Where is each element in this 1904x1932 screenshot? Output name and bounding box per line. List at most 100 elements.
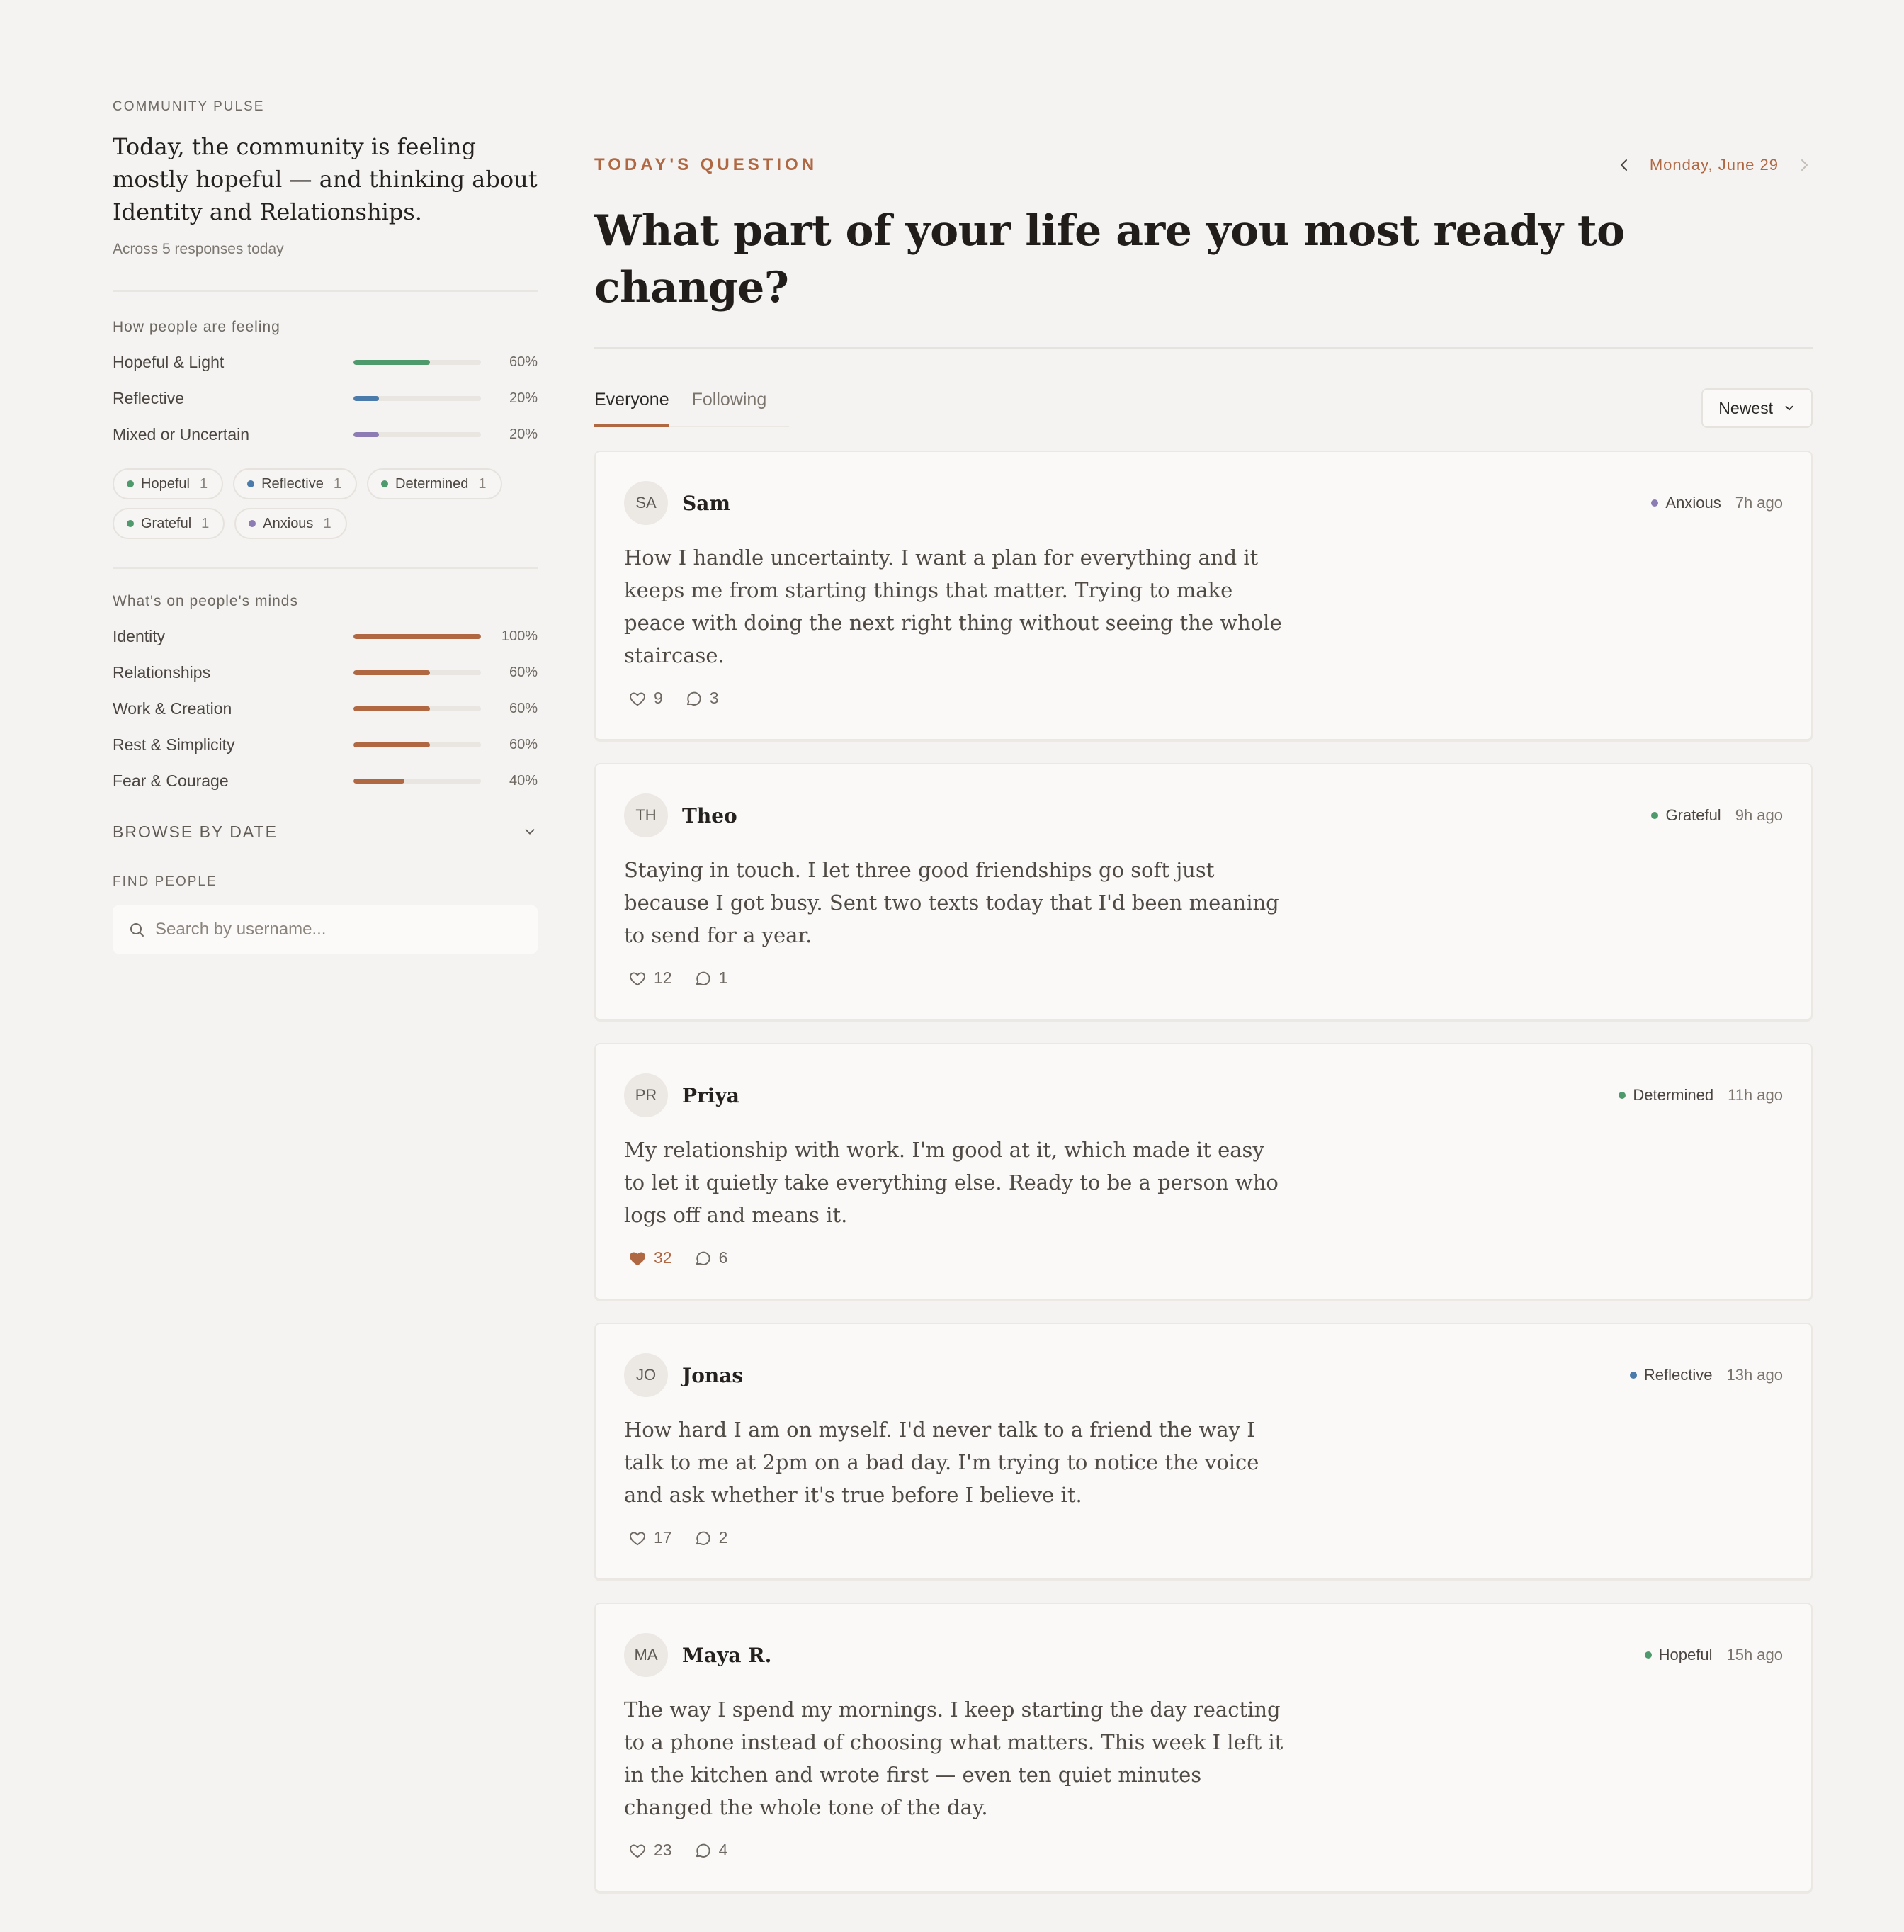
- topic-bar-fill: [353, 634, 481, 639]
- feeling-bar: [353, 432, 481, 437]
- post-card: PR Priya Determined 11h ago My relations…: [594, 1043, 1813, 1300]
- topic-bar: [353, 634, 481, 639]
- avatar[interactable]: TH: [624, 793, 668, 837]
- comment-count: 1: [718, 968, 728, 987]
- comment-button[interactable]: 4: [693, 1841, 727, 1860]
- post-header: MA Maya R. Hopeful 15h ago: [624, 1632, 1783, 1678]
- heart-icon: [628, 1249, 647, 1267]
- mood-chip-determined[interactable]: Determined 1: [367, 468, 502, 499]
- post-author[interactable]: JO Jonas: [624, 1353, 743, 1397]
- post-author[interactable]: MA Maya R.: [624, 1633, 771, 1677]
- topic-row: Relationships 60%: [113, 655, 538, 691]
- feeling-row: Reflective 20%: [113, 380, 538, 417]
- author-name[interactable]: Maya R.: [682, 1644, 771, 1667]
- like-button[interactable]: 9: [628, 689, 663, 708]
- mood-badge: Reflective: [1629, 1366, 1712, 1384]
- browse-by-date-label: BROWSE BY DATE: [113, 822, 278, 841]
- community-pulse-summary: Today, the community is feeling mostly h…: [113, 133, 538, 225]
- chip-count: 1: [333, 475, 341, 492]
- topic-percent: 100%: [501, 628, 538, 644]
- post-actions: 23 4: [624, 1841, 1783, 1860]
- comment-button[interactable]: 1: [693, 968, 728, 988]
- chevron-left-icon[interactable]: [1616, 157, 1633, 174]
- chip-label: Anxious: [263, 515, 314, 531]
- date-navigator: Monday, June 29: [1616, 156, 1813, 174]
- chip-label: Hopeful: [141, 475, 190, 492]
- topic-row: Rest & Simplicity 60%: [113, 727, 538, 763]
- post-meta: Reflective 13h ago: [1629, 1366, 1783, 1384]
- comment-button[interactable]: 2: [693, 1528, 728, 1547]
- author-name[interactable]: Theo: [682, 804, 737, 827]
- topic-row: Identity 100%: [113, 618, 538, 655]
- avatar[interactable]: PR: [624, 1073, 668, 1117]
- mood-label: Anxious: [1665, 494, 1721, 512]
- feelings-list: Hopeful & Light 60% Reflective 20% Mixed…: [113, 344, 538, 453]
- comment-icon: [693, 1841, 712, 1860]
- topic-percent: 60%: [509, 665, 538, 680]
- topic-bar-fill: [353, 706, 430, 711]
- comment-button[interactable]: 3: [684, 689, 719, 708]
- post-author[interactable]: PR Priya: [624, 1073, 740, 1117]
- feed-tabs: Everyone Following: [594, 390, 790, 427]
- avatar[interactable]: MA: [624, 1633, 668, 1677]
- like-count: 23: [654, 1841, 672, 1859]
- chevron-right-icon[interactable]: [1796, 157, 1813, 174]
- mood-chip-anxious[interactable]: Anxious 1: [234, 508, 347, 539]
- post-author[interactable]: SA Sam: [624, 481, 730, 525]
- chip-label: Reflective: [261, 475, 324, 492]
- avatar[interactable]: SA: [624, 481, 668, 525]
- like-count: 9: [654, 689, 663, 707]
- post-card: MA Maya R. Hopeful 15h ago The way I spe…: [594, 1603, 1813, 1892]
- mood-chip-grateful[interactable]: Grateful 1: [113, 508, 225, 539]
- tab-following[interactable]: Following: [692, 390, 767, 426]
- todays-question-eyebrow: TODAY'S QUESTION: [594, 155, 818, 174]
- mood-badge: Determined: [1619, 1086, 1713, 1105]
- avatar[interactable]: JO: [624, 1353, 668, 1397]
- mood-dot: [249, 520, 256, 527]
- sort-dropdown[interactable]: Newest: [1701, 388, 1813, 428]
- post-header: PR Priya Determined 11h ago: [624, 1073, 1783, 1118]
- mood-dot: [1651, 499, 1659, 507]
- comment-button[interactable]: 6: [693, 1248, 727, 1267]
- like-button[interactable]: 17: [628, 1528, 672, 1547]
- like-button[interactable]: 32: [628, 1248, 672, 1267]
- topic-percent: 60%: [509, 701, 538, 716]
- mood-dot: [127, 480, 134, 487]
- topic-row: Fear & Courage 40%: [113, 763, 538, 799]
- feeling-label: Reflective: [113, 389, 184, 407]
- feeling-row: Mixed or Uncertain 20%: [113, 417, 538, 453]
- topic-bar: [353, 779, 481, 784]
- tab-everyone[interactable]: Everyone: [594, 390, 669, 427]
- search-icon: [128, 921, 145, 938]
- post-actions: 32 6: [624, 1248, 1783, 1267]
- author-name[interactable]: Jonas: [682, 1364, 743, 1387]
- post-body: How I handle uncertainty. I want a plan …: [624, 546, 1282, 667]
- topic-percent: 40%: [509, 773, 538, 789]
- comment-count: 2: [718, 1528, 728, 1547]
- mood-chip-reflective[interactable]: Reflective 1: [233, 468, 357, 499]
- feeling-percent: 20%: [509, 390, 538, 406]
- search-input[interactable]: [155, 920, 509, 939]
- mood-chips: Hopeful 1 Reflective 1 Determined 1 Gratefu…: [113, 468, 538, 539]
- like-button[interactable]: 23: [628, 1841, 672, 1860]
- post-author[interactable]: TH Theo: [624, 793, 737, 837]
- topic-bar-fill: [353, 779, 404, 784]
- author-name[interactable]: Priya: [682, 1084, 740, 1107]
- post-actions: 17 2: [624, 1528, 1783, 1547]
- mood-badge: Grateful: [1651, 806, 1721, 825]
- mood-label: Determined: [1633, 1086, 1714, 1104]
- mood-label: Hopeful: [1658, 1646, 1713, 1663]
- post-meta: Grateful 9h ago: [1651, 806, 1783, 825]
- post-header: JO Jonas Reflective 13h ago: [624, 1352, 1783, 1398]
- topics-title: What's on people's minds: [113, 593, 298, 609]
- current-date: Monday, June 29: [1649, 156, 1779, 174]
- post-body: My relationship with work. I'm good at i…: [624, 1138, 1279, 1227]
- chip-count: 1: [199, 475, 208, 492]
- chip-count: 1: [478, 475, 487, 492]
- like-button[interactable]: 12: [628, 968, 672, 988]
- mood-dot: [1629, 1372, 1637, 1379]
- author-name[interactable]: Sam: [682, 492, 730, 515]
- mood-chip-hopeful[interactable]: Hopeful 1: [113, 468, 224, 499]
- post-timestamp: 15h ago: [1726, 1646, 1783, 1663]
- browse-by-date-toggle[interactable]: BROWSE BY DATE: [113, 818, 538, 846]
